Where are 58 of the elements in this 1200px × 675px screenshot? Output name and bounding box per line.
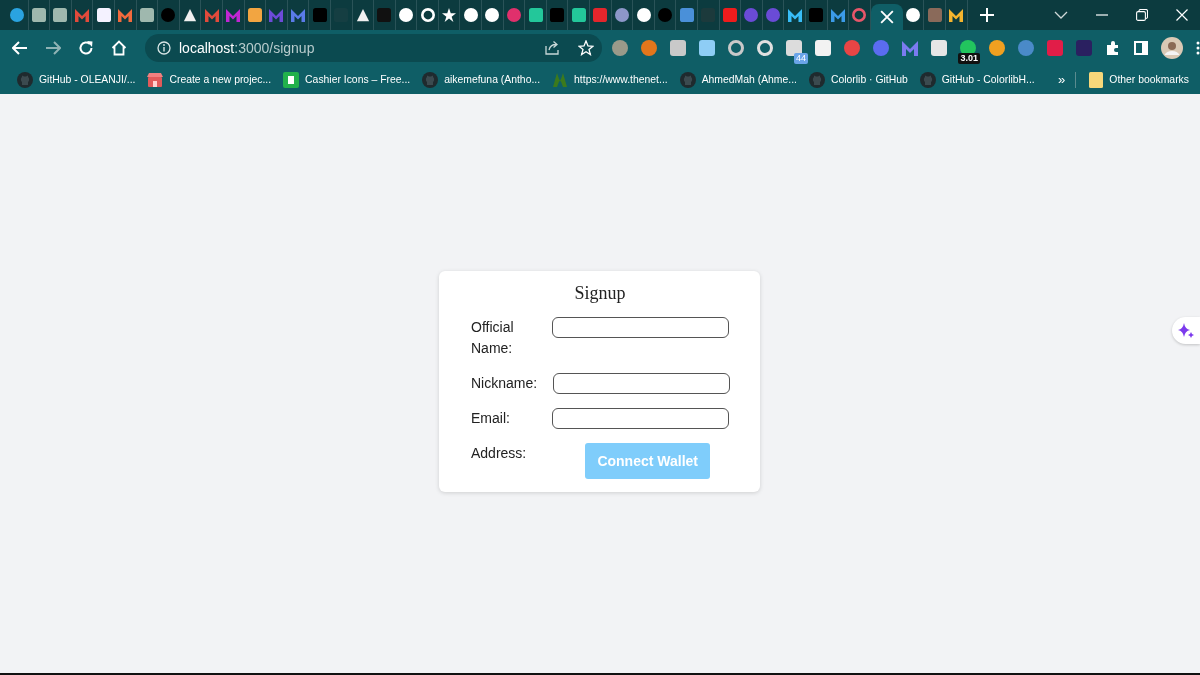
shop-icon (147, 71, 164, 88)
cat-logo-icon (919, 71, 936, 88)
info-icon[interactable] (157, 40, 171, 55)
bookmark[interactable]: Create a new projec... (142, 67, 277, 92)
share-icon[interactable] (544, 39, 560, 56)
close-icon[interactable] (879, 10, 894, 24)
input-field[interactable] (552, 408, 729, 429)
field-label: Official Name: (471, 318, 515, 358)
input-field[interactable] (552, 317, 729, 338)
address-bar[interactable]: localhost:3000/signup (145, 33, 602, 62)
back-arrow-icon[interactable] (12, 40, 28, 55)
extension-icon[interactable] (815, 39, 831, 56)
bookmark[interactable]: https://www.thenet... (547, 67, 673, 92)
extension-icon[interactable] (728, 39, 744, 56)
browser-tab[interactable] (50, 0, 72, 30)
extension-icon[interactable] (670, 39, 686, 56)
close-icon[interactable] (1175, 9, 1188, 21)
browser-tab[interactable] (870, 4, 903, 30)
home-icon[interactable] (111, 39, 127, 56)
plus-icon[interactable] (979, 8, 994, 22)
puzzle-icon[interactable] (1105, 39, 1121, 56)
cat-logo-icon (808, 71, 825, 88)
bookmark[interactable]: AhmedMah (Ahme... (674, 67, 802, 92)
folder-icon (1089, 71, 1104, 88)
extension-icon[interactable] (786, 39, 802, 56)
bookmark[interactable]: GitHub - ColorlibH... (914, 67, 1040, 92)
cat-logo-icon (17, 71, 33, 88)
bookmark[interactable]: Colorlib · GitHub (803, 67, 913, 92)
bookmark[interactable]: Cashier Icons – Free... (278, 67, 416, 92)
cat-logo-icon (422, 71, 439, 88)
side-panel-icon[interactable] (1134, 40, 1148, 55)
cat-logo-icon (679, 71, 696, 88)
connect-wallet-button: Connect Wallet (585, 443, 710, 479)
forward-arrow-icon[interactable] (45, 40, 61, 55)
field-label: Email: (471, 409, 510, 428)
assistant-button[interactable] (1172, 317, 1200, 344)
restore-icon[interactable] (1135, 9, 1148, 21)
more-menu-icon[interactable] (1196, 40, 1200, 55)
sheet-icon (283, 71, 300, 88)
field-label: Address: (471, 444, 527, 463)
extension-badge: 44 (794, 52, 808, 64)
avatar-icon[interactable] (1161, 36, 1183, 59)
chevron-down-icon[interactable] (1053, 11, 1068, 19)
extension-icon[interactable] (757, 39, 773, 56)
field-label: Nickname: (471, 374, 538, 393)
extension-icon[interactable] (699, 39, 715, 56)
extension-icon[interactable] (931, 39, 947, 56)
bookmark[interactable]: aikemefuna (Antho... (417, 67, 546, 92)
reload-icon[interactable] (78, 39, 94, 56)
input-field[interactable] (553, 373, 731, 394)
star-icon[interactable] (578, 39, 594, 56)
other-bookmarks[interactable]: Other bookmarks (1084, 67, 1194, 92)
more-bookmarks-button[interactable]: » (1054, 72, 1070, 87)
leaf-icon (552, 71, 569, 88)
bookmark[interactable]: GitHub - OLEANJI/... (12, 67, 141, 92)
minimize-icon[interactable] (1095, 14, 1108, 16)
form-title: Signup (573, 283, 627, 304)
extension-badge: 3.01 (958, 52, 980, 64)
